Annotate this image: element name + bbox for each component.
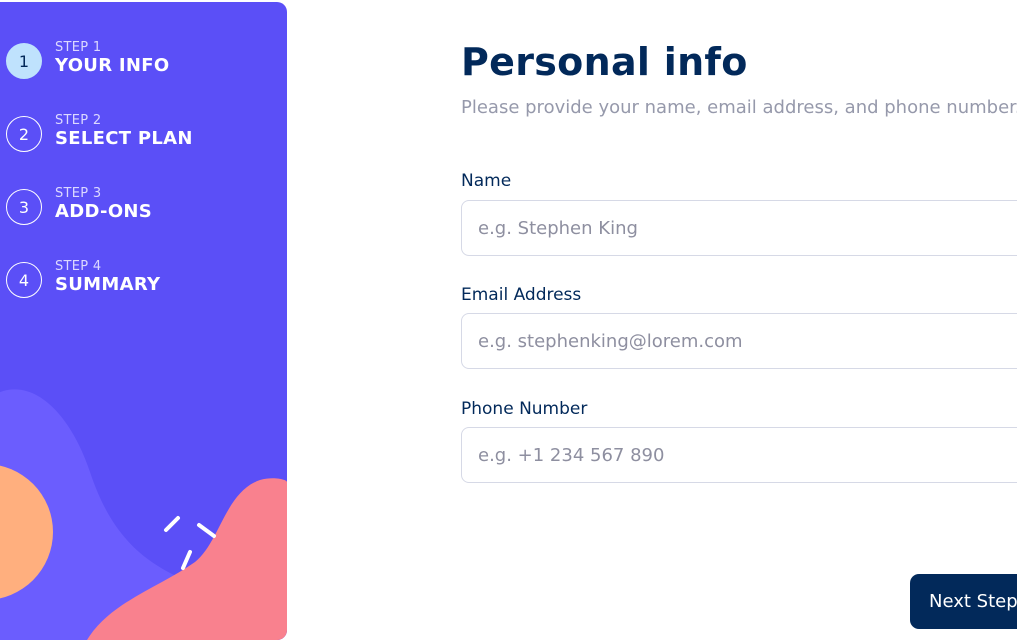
step-number-badge: 2 xyxy=(6,116,42,152)
step-number-badge: 1 xyxy=(6,43,42,79)
step-label: STEP 4 xyxy=(55,259,102,274)
step-text: STEP 1 YOUR INFO xyxy=(55,40,170,77)
step-label: STEP 2 xyxy=(55,113,102,128)
phone-input[interactable] xyxy=(461,427,1017,483)
step-text: STEP 4 SUMMARY xyxy=(55,259,160,296)
name-input[interactable] xyxy=(461,200,1017,256)
email-input[interactable] xyxy=(461,313,1017,369)
step-number-badge: 4 xyxy=(6,262,42,298)
step-item-2[interactable]: 2 STEP 2 SELECT PLAN xyxy=(6,113,193,186)
step-label: STEP 1 xyxy=(55,40,102,55)
sidebar: 1 STEP 1 YOUR INFO 2 STEP 2 SELECT PLAN … xyxy=(0,2,287,640)
sidebar-dash-2 xyxy=(197,523,216,538)
steps-list: 1 STEP 1 YOUR INFO 2 STEP 2 SELECT PLAN … xyxy=(6,40,193,332)
page-subtitle: Please provide your name, email address,… xyxy=(461,97,1017,118)
page-title: Personal info xyxy=(461,40,748,84)
step-number-badge: 3 xyxy=(6,189,42,225)
multi-step-form: 1 STEP 1 YOUR INFO 2 STEP 2 SELECT PLAN … xyxy=(0,0,1017,643)
step-text: STEP 2 SELECT PLAN xyxy=(55,113,193,150)
step-title: SELECT PLAN xyxy=(55,128,193,149)
sidebar-dash-1 xyxy=(164,516,180,532)
step-label: STEP 3 xyxy=(55,186,102,201)
next-step-button[interactable]: Next Step xyxy=(910,574,1017,629)
step-item-4[interactable]: 4 STEP 4 SUMMARY xyxy=(6,259,193,332)
step-title: YOUR INFO xyxy=(55,55,170,76)
step-text: STEP 3 ADD-ONS xyxy=(55,186,152,223)
step-item-1[interactable]: 1 STEP 1 YOUR INFO xyxy=(6,40,193,113)
phone-label: Phone Number xyxy=(461,399,588,419)
step-title: ADD-ONS xyxy=(55,201,153,222)
email-label: Email Address xyxy=(461,285,582,305)
step-item-3[interactable]: 3 STEP 3 ADD-ONS xyxy=(6,186,193,259)
sidebar-dash-3 xyxy=(181,550,192,570)
step-title: SUMMARY xyxy=(55,274,161,295)
name-label: Name xyxy=(461,171,512,191)
